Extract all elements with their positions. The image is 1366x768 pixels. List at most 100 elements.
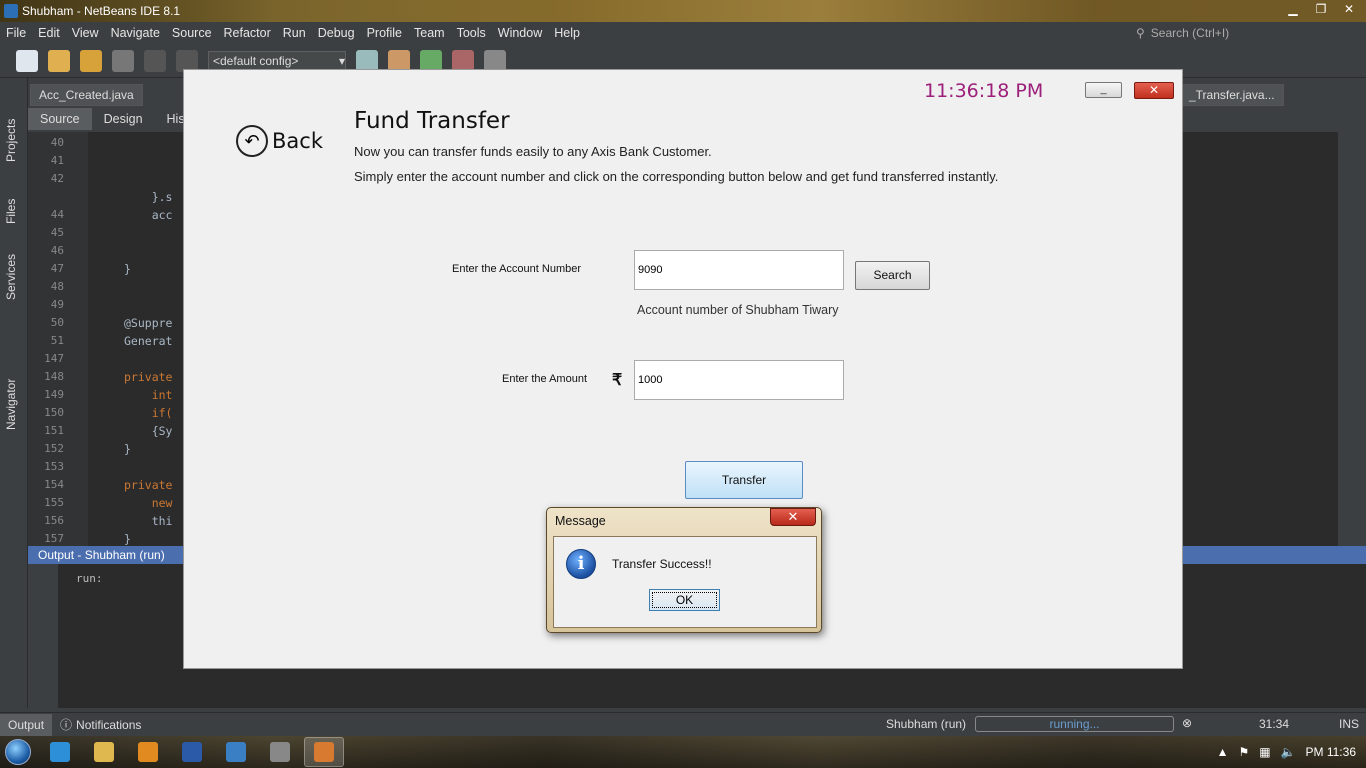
projects-tab[interactable]: Projects	[4, 119, 18, 162]
menu-navigate[interactable]: Navigate	[105, 26, 166, 40]
line-number: 154	[44, 478, 64, 491]
taskbar-media-player[interactable]	[128, 737, 168, 767]
app-close-button[interactable]: ✕	[1134, 82, 1174, 99]
dialog-title: Message	[555, 514, 606, 528]
back-button[interactable]: ↶ Back	[236, 125, 323, 157]
open-project-icon[interactable]	[80, 49, 102, 72]
ie-icon	[50, 742, 70, 762]
code-line[interactable]: thi	[124, 514, 173, 528]
netbeans-cube-icon	[226, 742, 246, 762]
info-icon: ⓘ	[60, 718, 73, 732]
search-input[interactable]: Search (Ctrl+I)	[1151, 26, 1229, 40]
menu-refactor[interactable]: Refactor	[218, 26, 277, 40]
services-tab[interactable]: Services	[4, 254, 18, 300]
system-tray: ▲ ⚑ ▦ 🔈 PM 11:36	[1217, 736, 1356, 768]
information-icon: i	[566, 549, 596, 579]
word-icon	[182, 742, 202, 762]
taskbar-clock[interactable]: PM 11:36	[1306, 745, 1356, 759]
close-icon[interactable]: ✕	[1336, 0, 1362, 18]
taskbar-explorer[interactable]	[84, 737, 124, 767]
status-tab-notifications[interactable]: ⓘ Notifications	[52, 714, 149, 736]
code-line[interactable]: }	[124, 532, 131, 546]
menu-team[interactable]: Team	[408, 26, 451, 40]
code-line[interactable]: {Sy	[124, 424, 173, 438]
code-line[interactable]: }.s	[124, 190, 173, 204]
config-select[interactable]: <default config> ▾	[208, 50, 346, 71]
line-number: 49	[50, 298, 64, 311]
code-line[interactable]: }	[124, 262, 131, 276]
new-project-icon[interactable]	[48, 49, 70, 72]
cursor-position: 31:34	[1259, 717, 1290, 731]
navigator-tab[interactable]: Navigator	[4, 379, 18, 430]
amount-field[interactable]: 1000	[634, 360, 844, 400]
menu-tools[interactable]: Tools	[451, 26, 492, 40]
account-number-field[interactable]: 9090	[634, 250, 844, 290]
output-toolbar	[28, 564, 58, 708]
code-line[interactable]: @Suppre	[124, 316, 172, 330]
minimize-icon[interactable]: ▁	[1280, 0, 1306, 18]
maximize-icon[interactable]: ❐	[1308, 0, 1334, 18]
tab-fund-transfer[interactable]: _Transfer.java...	[1180, 84, 1284, 106]
menu-file[interactable]: File	[0, 26, 32, 40]
menu-run[interactable]: Run	[277, 26, 312, 40]
new-file-icon[interactable]	[16, 49, 38, 72]
menu-debug[interactable]: Debug	[312, 26, 361, 40]
app-icon	[270, 742, 290, 762]
code-line[interactable]: if(	[124, 406, 173, 420]
files-tab[interactable]: Files	[4, 199, 18, 224]
line-number: 149	[44, 388, 64, 401]
code-line[interactable]: Generat	[124, 334, 172, 348]
code-line[interactable]: new	[124, 496, 173, 510]
taskbar-internet-explorer[interactable]	[40, 737, 80, 767]
ide-search[interactable]: ⚲ Search (Ctrl+I)	[1136, 24, 1356, 42]
taskbar-java[interactable]	[304, 737, 344, 767]
app-minimize-button[interactable]: _	[1085, 82, 1122, 98]
ok-button[interactable]: OK	[649, 589, 720, 611]
menu-help[interactable]: Help	[548, 26, 586, 40]
back-label: Back	[272, 129, 323, 153]
start-button[interactable]	[0, 736, 36, 768]
status-project: Shubham (run)	[886, 717, 967, 731]
flag-icon[interactable]: ⚑	[1238, 745, 1249, 759]
menu-source[interactable]: Source	[166, 26, 218, 40]
taskbar-word[interactable]	[172, 737, 212, 767]
window-title: Shubham - NetBeans IDE 8.1	[22, 4, 181, 18]
tab-design[interactable]: Design	[92, 108, 155, 130]
ide-title-bar: Shubham - NetBeans IDE 8.1 ▁ ❐ ✕	[0, 0, 1366, 22]
menu-edit[interactable]: Edit	[32, 26, 66, 40]
code-line[interactable]: acc	[124, 208, 173, 222]
code-line[interactable]: private	[124, 478, 172, 492]
chevron-down-icon: ▾	[338, 53, 345, 68]
taskbar-netbeans[interactable]	[216, 737, 256, 767]
code-line[interactable]: }	[124, 442, 131, 456]
code-line[interactable]: int	[124, 388, 173, 402]
status-tab-output[interactable]: Output	[0, 713, 53, 736]
tab-acc-created[interactable]: Acc_Created.java	[30, 84, 143, 106]
search-button[interactable]: Search	[855, 261, 930, 290]
account-number-label: Enter the Account Number	[452, 263, 582, 275]
line-number: 46	[50, 244, 64, 257]
volume-icon[interactable]: 🔈	[1281, 745, 1296, 759]
editor-scrollbar[interactable]	[1338, 132, 1366, 546]
output-text: run:	[76, 572, 103, 585]
network-icon[interactable]: ▦	[1259, 745, 1270, 759]
dialog-close-button[interactable]: ✕	[770, 508, 816, 526]
insert-mode: INS	[1339, 717, 1360, 731]
tab-source[interactable]: Source	[28, 108, 92, 130]
menu-window[interactable]: Window	[492, 26, 548, 40]
account-holder-text: Account number of Shubham Tiwary	[637, 303, 839, 317]
save-all-icon[interactable]	[112, 49, 134, 72]
dialog-body: i Transfer Success!! OK	[553, 536, 817, 628]
menu-profile[interactable]: Profile	[361, 26, 408, 40]
cancel-icon[interactable]: ⊗	[1182, 716, 1192, 730]
undo-icon[interactable]	[144, 49, 166, 72]
folder-icon	[94, 742, 114, 762]
code-line[interactable]: private	[124, 370, 172, 384]
line-number: 148	[44, 370, 64, 383]
menu-view[interactable]: View	[66, 26, 105, 40]
back-arrow-icon: ↶	[236, 125, 268, 157]
transfer-button[interactable]: Transfer	[685, 461, 803, 499]
tray-arrow-icon[interactable]: ▲	[1217, 745, 1229, 759]
line-number: 147	[44, 352, 64, 365]
taskbar-app[interactable]	[260, 737, 300, 767]
